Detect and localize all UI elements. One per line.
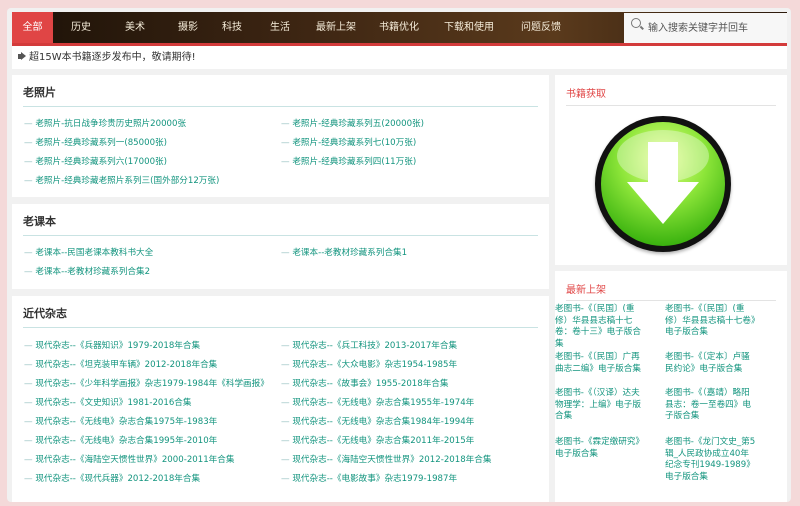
list-item[interactable]: 现代杂志--《现代兵器》2012-2018年合集: [24, 472, 200, 484]
nav-item-feedback[interactable]: 问题反馈: [511, 12, 571, 43]
new-book-link[interactable]: 老图书-《（汉译）达夫物理学：上编》电子版合集: [555, 388, 647, 423]
top-nav: 全部 历史 美术 摄影 科技 生活 最新上架 书籍优化 下载和使用 问题反馈: [12, 12, 787, 46]
search-input[interactable]: [646, 16, 785, 40]
nav-item-photography[interactable]: 摄影: [166, 12, 210, 43]
nav-item-tech[interactable]: 科技: [210, 12, 254, 43]
list-item[interactable]: 老照片-经典珍藏系列六(17000张): [24, 155, 167, 167]
list-item[interactable]: 现代杂志--《海陆空天惯性世界》2012-2018年合集: [281, 453, 491, 465]
download-icon: [601, 122, 725, 246]
list-item[interactable]: 现代杂志--《无线电》杂志合集1955年-1974年: [281, 396, 474, 408]
list-item[interactable]: 老课本--老教材珍藏系列合集2: [24, 265, 150, 277]
section-title: 老课本: [23, 215, 56, 228]
list-item[interactable]: 现代杂志--《文史知识》1981-2016合集: [24, 396, 191, 408]
list-item[interactable]: 现代杂志--《电影故事》杂志1979-1987年: [281, 472, 457, 484]
list-item[interactable]: 老照片-经典珍藏系列一(85000张): [24, 136, 167, 148]
list-item[interactable]: 现代杂志--《无线电》杂志合集2011年-2015年: [281, 434, 474, 446]
new-book-link[interactable]: 老图书-《霖定缴研究》电子版合集: [555, 437, 647, 460]
new-book-link[interactable]: 老图书-《〔民国〕广再曲志二编》电子版合集: [555, 352, 647, 375]
list-item[interactable]: 现代杂志--《坦克装甲车辆》2012-2018年合集: [24, 358, 217, 370]
nav-item-all[interactable]: 全部: [12, 12, 53, 43]
section-old-textbooks: 老课本 老课本--民国老课本教科书大全 老课本--老教材珍藏系列合集1 老课本-…: [12, 204, 549, 289]
download-button[interactable]: [595, 116, 731, 252]
new-book-link[interactable]: 老图书-《〔定本〕卢骚民约论》电子版合集: [665, 352, 757, 375]
list-item[interactable]: 老照片-经典珍藏系列四(11万张): [281, 155, 416, 167]
new-book-link[interactable]: 老图书-《〔民国〕(重修）华县县志稿十七卷：卷十三》电子版合集: [555, 304, 647, 350]
speaker-icon: [18, 54, 22, 59]
list-item[interactable]: 老照片-抗日战争珍贵历史照片20000张: [24, 117, 186, 129]
list-item[interactable]: 现代杂志--《无线电》杂志合集1995年-2010年: [24, 434, 217, 446]
announcement-bar: 超15W本书籍逐步发布中，敬请期待!: [12, 46, 787, 69]
section-old-photos: 老照片 老照片-抗日战争珍贵历史照片20000张 老照片-经典珍藏系列五(200…: [12, 75, 549, 197]
list-item[interactable]: 现代杂志--《海陆空天惯性世界》2000-2011年合集: [24, 453, 234, 465]
divider: [566, 300, 776, 301]
section-modern-magazines: 近代杂志 现代杂志--《兵器知识》1979-2018年合集 现代杂志--《兵工科…: [12, 296, 549, 502]
list-item[interactable]: 现代杂志--《大众电影》杂志1954-1985年: [281, 358, 457, 370]
announcement-text: 超15W本书籍逐步发布中，敬请期待!: [29, 52, 196, 63]
divider: [23, 327, 538, 328]
list-item[interactable]: 老课本--老教材珍藏系列合集1: [281, 246, 407, 258]
nav-item-history[interactable]: 历史: [59, 12, 103, 43]
list-item[interactable]: 现代杂志--《无线电》杂志合集1984年-1994年: [281, 415, 474, 427]
list-item[interactable]: 现代杂志--《兵工科技》2013-2017年合集: [281, 339, 457, 351]
list-item[interactable]: 老照片-经典珍藏系列七(10万张): [281, 136, 416, 148]
divider: [566, 105, 776, 106]
list-item[interactable]: 老照片-经典珍藏老照片系列三(国外部分12万张): [24, 174, 219, 186]
search-icon[interactable]: [631, 18, 641, 28]
list-item[interactable]: 老课本--民国老课本教科书大全: [24, 246, 153, 258]
divider: [23, 235, 538, 236]
divider: [23, 106, 538, 107]
new-arrivals-panel: 最新上架 老图书-《〔民国〕(重修）华县县志稿十七卷：卷十三》电子版合集 老图书…: [555, 271, 787, 502]
section-title: 近代杂志: [23, 307, 67, 320]
nav-item-art[interactable]: 美术: [113, 12, 157, 43]
new-book-link[interactable]: 老图书-《龙门文史_第5辑_人民政协成立40年纪念专刊1949-1989》电子版…: [665, 437, 757, 483]
nav-item-new-arrivals[interactable]: 最新上架: [308, 12, 364, 43]
list-item[interactable]: 现代杂志--《故事会》1955-2018年合集: [281, 377, 448, 389]
list-item[interactable]: 老照片-经典珍藏系列五(20000张): [281, 117, 424, 129]
search-box: [624, 13, 787, 43]
download-panel: 书籍获取: [555, 75, 787, 265]
list-item[interactable]: 现代杂志--《少年科学画报》杂志1979-1984年《科学画报》: [24, 377, 269, 389]
new-book-link[interactable]: 老图书-《〔民国〕(重修）华县县志稿十七卷》电子版合集: [665, 304, 757, 339]
nav-item-life[interactable]: 生活: [258, 12, 302, 43]
new-book-link[interactable]: 老图书-《（嘉靖）略阳县志：卷一至卷四》电子版合集: [665, 388, 757, 423]
section-title: 老照片: [23, 86, 56, 99]
nav-item-download-usage[interactable]: 下载和使用: [435, 12, 503, 43]
new-arrivals-title: 最新上架: [566, 285, 606, 296]
download-title: 书籍获取: [566, 89, 606, 100]
nav-item-book-optimization[interactable]: 书籍优化: [371, 12, 427, 43]
browser-viewport: 全部 历史 美术 摄影 科技 生活 最新上架 书籍优化 下载和使用 问题反馈 超…: [7, 8, 791, 502]
list-item[interactable]: 现代杂志--《无线电》杂志合集1975年-1983年: [24, 415, 217, 427]
list-item[interactable]: 现代杂志--《兵器知识》1979-2018年合集: [24, 339, 200, 351]
